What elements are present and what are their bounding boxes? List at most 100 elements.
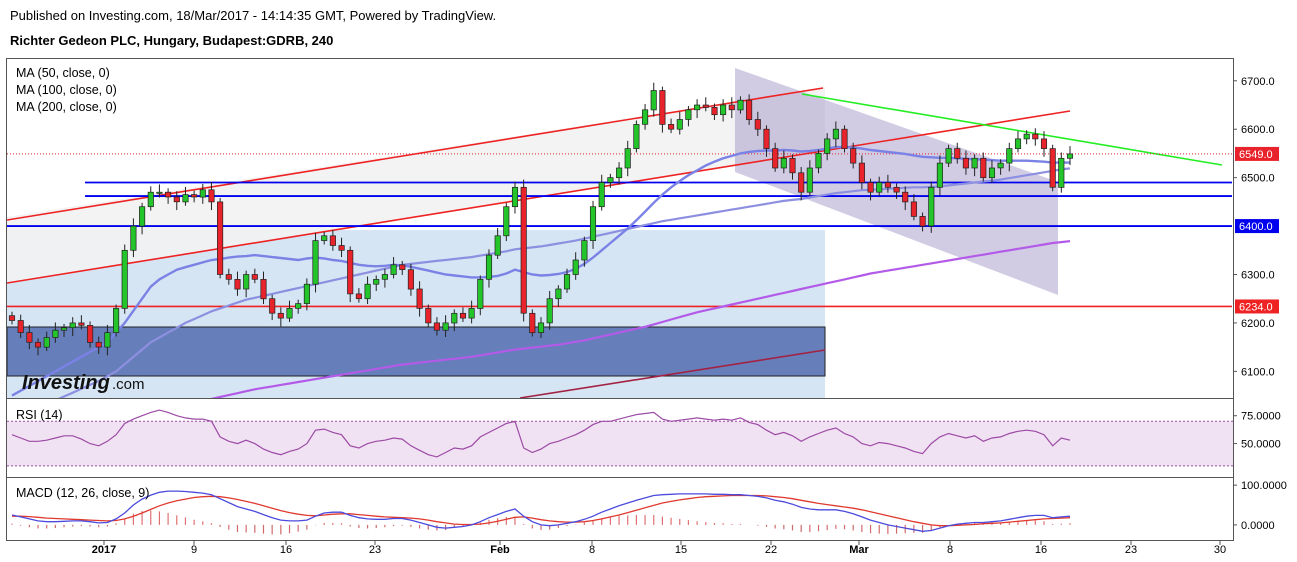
candle-body (1014, 138, 1022, 149)
candle-body (780, 157, 787, 169)
candle-body (537, 322, 545, 333)
candle-body (806, 167, 813, 193)
candle-body (416, 288, 423, 309)
candle-body (485, 254, 493, 280)
candle-body (286, 308, 293, 319)
candle-body (902, 191, 909, 203)
candle-body (980, 157, 987, 179)
rsi-tick-label: 75.0000 (1241, 411, 1281, 423)
candle-body (598, 182, 605, 208)
candle-body (69, 322, 76, 329)
candle-body (34, 341, 42, 348)
candle-body (1058, 157, 1065, 188)
candle-body (1040, 138, 1048, 149)
candle-body (373, 279, 380, 285)
candle-body (511, 186, 519, 208)
x-tick-label: 8 (589, 544, 595, 556)
candle-body (459, 312, 467, 319)
x-tick-label: 2017 (92, 544, 116, 556)
candle-body (520, 186, 527, 314)
candle (217, 197, 224, 279)
candle-body (260, 279, 267, 300)
candle-body (581, 240, 588, 261)
candle-body (113, 308, 120, 333)
x-tick-label: 16 (280, 544, 292, 556)
candle-body (217, 201, 224, 275)
y-tick-label: 6100.0 (1241, 366, 1275, 378)
rsi-band (7, 421, 1233, 466)
candle-body (555, 288, 562, 300)
candle-body (1049, 148, 1056, 188)
candle-body (208, 189, 215, 203)
candle-body (87, 325, 94, 343)
candle-body (659, 90, 666, 125)
x-tick-label: Feb (490, 544, 510, 556)
watermark-brand: Investing (22, 372, 110, 394)
legend-ma200: MA (200, close, 0) (16, 100, 117, 114)
macd-tick-label: 100.0000 (1241, 480, 1287, 492)
legend-rsi: RSI (14) (16, 408, 63, 422)
candle-body (147, 191, 154, 208)
candle-body (225, 274, 232, 280)
candle-body (988, 167, 996, 179)
candle-body (321, 235, 328, 241)
candle-body (139, 206, 146, 227)
candle (312, 232, 319, 293)
candle-body (858, 162, 865, 183)
candle (1058, 152, 1065, 193)
candle-body (867, 182, 874, 193)
candle-body (156, 191, 163, 194)
candle-body (746, 99, 753, 120)
x-tick-label: 9 (191, 544, 197, 556)
x-tick-label: 22 (765, 544, 777, 556)
legend-macd: MACD (12, 26, close, 9) (16, 486, 149, 500)
candle (520, 179, 527, 322)
candle-body (737, 99, 744, 111)
investing-watermark: Investing .com (22, 372, 145, 394)
candle-body (971, 157, 978, 169)
candle-body (130, 225, 137, 251)
candle (147, 186, 154, 211)
candle-body (355, 293, 362, 300)
level-6400-label: 6400.0 (1239, 221, 1273, 233)
candle-body (173, 196, 180, 203)
candle-body (182, 194, 189, 203)
candle-body (26, 332, 33, 343)
candle-body (78, 322, 85, 326)
x-tick-label: 23 (369, 544, 381, 556)
macd-line (11, 490, 1071, 532)
candle-body (884, 182, 891, 188)
candle-body (347, 249, 354, 295)
candle-body (451, 312, 458, 324)
candle-body (954, 148, 961, 159)
candle (347, 246, 354, 303)
candle-body (303, 283, 310, 304)
candle-body (772, 148, 779, 169)
candle (1032, 128, 1039, 146)
candle-body (269, 298, 276, 314)
candle-body (616, 167, 623, 179)
time-axis: 2017 9 16 23 Feb 8 15 22 Mar 8 16 23 30 (92, 540, 1226, 556)
candle (113, 304, 120, 337)
candle-body (407, 269, 414, 290)
candle-body (60, 327, 68, 331)
candle (650, 82, 657, 117)
candle-body (165, 191, 172, 198)
candle-body (589, 206, 597, 241)
candle-body (251, 274, 258, 280)
x-tick-label: Mar (849, 544, 869, 556)
candle-body (910, 201, 917, 217)
legend-ma50: MA (50, close, 0) (16, 66, 110, 80)
candle-body (876, 182, 883, 193)
candle (503, 202, 510, 242)
candle-body (477, 279, 484, 309)
candle-body (997, 162, 1004, 169)
candle-body (433, 322, 440, 331)
rsi-tick-label: 50.0000 (1241, 439, 1281, 451)
candle-body (789, 157, 796, 174)
rsi-panel: 75.0000 50.0000 (7, 409, 1281, 467)
price-panel: Investing .com (7, 68, 1232, 398)
candle-body (529, 312, 536, 334)
candle-body (191, 194, 198, 198)
candle-body (668, 124, 675, 130)
